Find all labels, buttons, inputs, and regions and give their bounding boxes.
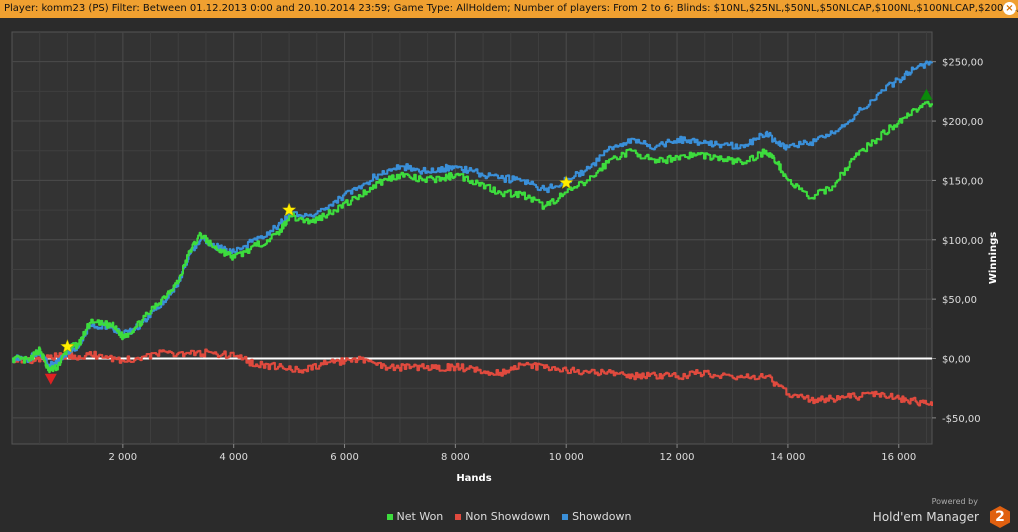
y-tick-label: $0,00 bbox=[942, 355, 971, 366]
legend-item[interactable]: Non Showdown bbox=[455, 510, 550, 523]
filter-text: Player: komm23 (PS) Filter: Between 01.1… bbox=[4, 3, 1018, 14]
brand-badge: 2 bbox=[990, 506, 1010, 528]
x-tick-label: 4 000 bbox=[219, 452, 248, 463]
y-tick-label: $100,00 bbox=[942, 236, 983, 247]
y-tick-label: -$50,00 bbox=[942, 414, 981, 425]
legend-label: Showdown bbox=[572, 510, 632, 523]
legend-label: Non Showdown bbox=[465, 510, 551, 523]
y-tick-label: $200,00 bbox=[942, 117, 983, 128]
x-tick-label: 14 000 bbox=[770, 452, 805, 463]
legend-swatch bbox=[386, 514, 393, 520]
legend-swatch bbox=[455, 514, 462, 520]
x-tick-label: 12 000 bbox=[660, 452, 695, 463]
legend: Net Won Non Showdown Showdown bbox=[0, 510, 1018, 523]
legend-label: Net Won bbox=[396, 510, 444, 523]
powered-by-text: Powered by bbox=[931, 497, 978, 506]
y-tick-label: $150,00 bbox=[942, 176, 983, 187]
y-tick-label: $250,00 bbox=[942, 58, 983, 69]
chart: 2 000 4 000 6 000 8 000 10 000 12 000 14 000 16… bbox=[11, 31, 999, 484]
close-icon[interactable]: × bbox=[1003, 2, 1016, 15]
brand-name: Hold'em Manager bbox=[872, 510, 979, 524]
y-axis-title: Winnings bbox=[988, 232, 999, 284]
legend-swatch bbox=[562, 514, 569, 520]
legend-item[interactable]: Net Won bbox=[386, 510, 444, 523]
x-tick-label: 16 000 bbox=[881, 452, 916, 463]
plot-area bbox=[11, 31, 933, 445]
branding: Powered by Hold'em Manager 2 bbox=[873, 497, 1010, 528]
x-axis-title: Hands bbox=[456, 473, 491, 484]
x-tick-label: 8 000 bbox=[441, 452, 470, 463]
x-tick-label: 6 000 bbox=[330, 452, 359, 463]
y-tick-label: $50,00 bbox=[942, 295, 977, 306]
grid bbox=[11, 31, 933, 445]
legend-item[interactable]: Showdown bbox=[562, 510, 631, 523]
filter-bar: Player: komm23 (PS) Filter: Between 01.1… bbox=[0, 0, 1018, 18]
x-tick-label: 2 000 bbox=[109, 452, 138, 463]
x-tick-label: 10 000 bbox=[549, 452, 584, 463]
